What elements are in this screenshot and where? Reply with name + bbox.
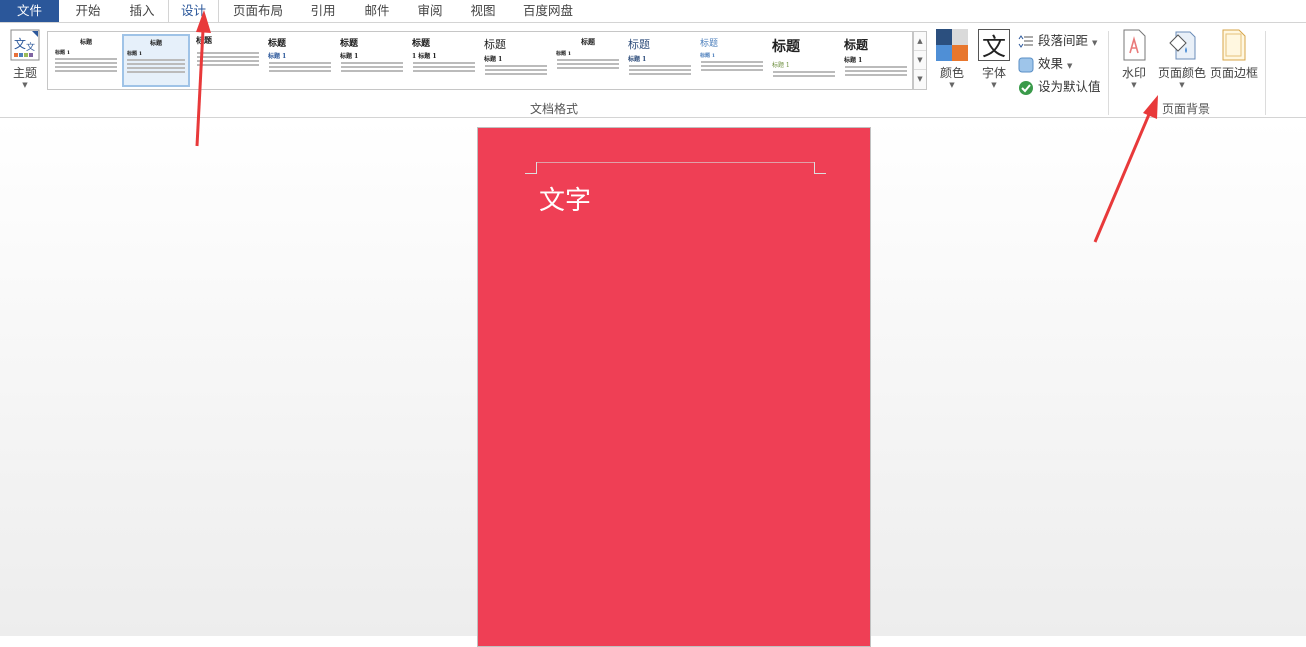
group-separator bbox=[1108, 31, 1109, 115]
style-set-thumb[interactable]: 标题 标题 1 bbox=[554, 34, 622, 87]
margin-guide bbox=[537, 162, 815, 163]
checkmark-icon bbox=[1019, 80, 1033, 95]
page-color-icon bbox=[1169, 31, 1196, 60]
set-as-default-label: 设为默认值 bbox=[1037, 79, 1101, 94]
chevron-down-icon: ▼ bbox=[949, 81, 955, 89]
chevron-down-icon: ▼ bbox=[1066, 62, 1073, 70]
style-set-thumb[interactable]: 标题 标题 1 bbox=[626, 34, 694, 87]
page-color-button[interactable]: 页面颜色 ▼ bbox=[1156, 29, 1208, 89]
colors-icon bbox=[936, 29, 968, 61]
margin-corner-right bbox=[814, 162, 826, 174]
group-separator bbox=[1265, 31, 1266, 115]
chevron-down-icon: ▼ bbox=[1179, 81, 1185, 89]
ribbon-tab-bar: 文件 开始 插入 设计 页面布局 引用 邮件 审阅 视图 百度网盘 bbox=[0, 0, 1306, 23]
page-borders-button[interactable]: 页面边框 bbox=[1209, 29, 1259, 81]
style-set-thumb[interactable]: 标题 标题 1 bbox=[842, 34, 910, 87]
group-label-document-formatting: 文档格式 bbox=[530, 102, 579, 116]
set-as-default-button[interactable]: 设为默认值 bbox=[1018, 76, 1101, 96]
style-set-thumb[interactable]: 标题 标题 1 bbox=[266, 34, 334, 87]
effects-label: 效果 bbox=[1037, 56, 1063, 71]
tab-home[interactable]: 开始 bbox=[59, 0, 117, 22]
fonts-button[interactable]: 文 字体 ▼ bbox=[976, 29, 1012, 89]
themes-button[interactable]: 文 文 主题 ▼ bbox=[6, 29, 44, 89]
fonts-label: 字体 bbox=[981, 66, 1006, 80]
themes-label: 主题 bbox=[12, 66, 37, 80]
style-set-thumb[interactable]: 标题 标题 1 bbox=[52, 34, 120, 87]
style-set-thumb[interactable]: 标题 bbox=[194, 34, 262, 87]
page-borders-label: 页面边框 bbox=[1209, 66, 1258, 80]
scroll-down-icon[interactable]: ▼ bbox=[914, 51, 926, 70]
watermark-button[interactable]: 水印 ▼ bbox=[1116, 29, 1152, 89]
tab-insert[interactable]: 插入 bbox=[117, 0, 167, 22]
tab-view[interactable]: 视图 bbox=[456, 0, 510, 22]
fonts-icon: 文 bbox=[978, 29, 1010, 61]
page-color-label: 页面颜色 bbox=[1157, 66, 1206, 80]
chevron-down-icon: ▼ bbox=[1091, 39, 1098, 47]
document-page[interactable]: 文字 bbox=[477, 127, 871, 647]
gallery-more-icon[interactable]: ▼ bbox=[914, 70, 926, 89]
svg-text:文: 文 bbox=[982, 33, 1006, 61]
tab-mailings[interactable]: 邮件 bbox=[350, 0, 404, 22]
colors-label: 颜色 bbox=[939, 66, 964, 80]
effects-button[interactable]: 效果 ▼ bbox=[1018, 53, 1072, 73]
themes-icon: 文 文 bbox=[10, 29, 40, 61]
chevron-down-icon: ▼ bbox=[991, 81, 997, 89]
style-set-thumb[interactable]: 标题 标题 1 bbox=[698, 34, 766, 87]
effects-icon bbox=[1018, 57, 1034, 72]
style-set-gallery[interactable]: 标题 标题 1 标题 标题 1 标题 标题 标题 1 标题 标题 1 标题 1 … bbox=[47, 31, 913, 90]
document-canvas[interactable]: 文字 bbox=[0, 119, 1306, 647]
style-set-thumb[interactable]: 标题 标题 1 bbox=[770, 34, 838, 87]
svg-text:文: 文 bbox=[26, 41, 35, 53]
style-set-thumb-selected[interactable]: 标题 标题 1 bbox=[122, 34, 190, 87]
margin-corner-left bbox=[525, 162, 537, 174]
ribbon: 文 文 主题 ▼ 标题 标题 1 标题 标题 1 标题 标题 标题 1 标题 标… bbox=[0, 22, 1306, 118]
gallery-scroller: ▲ ▼ ▼ bbox=[913, 31, 927, 90]
style-set-thumb[interactable]: 标题 标题 1 bbox=[482, 34, 550, 87]
colors-button[interactable]: 颜色 ▼ bbox=[934, 29, 970, 89]
page-borders-icon bbox=[1222, 29, 1246, 61]
chevron-down-icon: ▼ bbox=[1131, 81, 1137, 89]
document-body-text[interactable]: 文字 bbox=[539, 180, 591, 217]
tab-layout[interactable]: 页面布局 bbox=[222, 0, 294, 22]
style-set-thumb[interactable]: 标题 标题 1 bbox=[338, 34, 406, 87]
group-label-page-background: 页面背景 bbox=[1162, 102, 1211, 116]
tab-file[interactable]: 文件 bbox=[0, 0, 59, 22]
watermark-icon bbox=[1123, 29, 1146, 61]
tab-references[interactable]: 引用 bbox=[296, 0, 350, 22]
tab-design[interactable]: 设计 bbox=[168, 0, 219, 23]
svg-text:文: 文 bbox=[14, 36, 26, 51]
tab-baidu-netdisk[interactable]: 百度网盘 bbox=[510, 0, 586, 22]
scroll-up-icon[interactable]: ▲ bbox=[914, 32, 926, 51]
chevron-down-icon: ▼ bbox=[22, 81, 28, 89]
tab-review[interactable]: 审阅 bbox=[404, 0, 456, 22]
paragraph-spacing-label: 段落间距 bbox=[1037, 33, 1088, 48]
paragraph-spacing-button[interactable]: 段落间距 ▼ bbox=[1018, 30, 1097, 49]
paragraph-spacing-icon bbox=[1018, 34, 1033, 48]
style-set-thumb[interactable]: 标题 1 标题 1 bbox=[410, 34, 478, 87]
watermark-label: 水印 bbox=[1121, 66, 1146, 80]
